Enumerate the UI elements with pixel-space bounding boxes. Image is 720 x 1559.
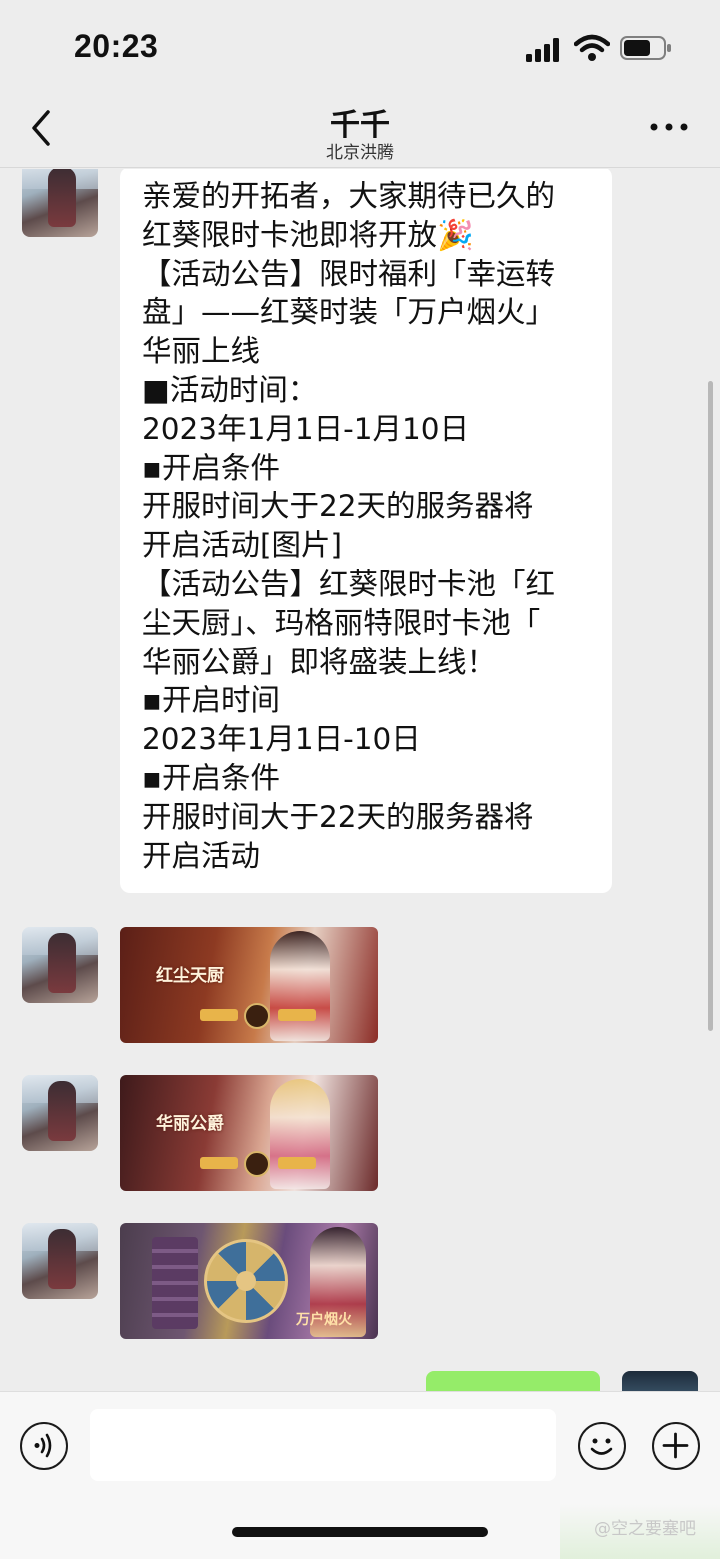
outgoing-message-bubble[interactable] [426, 1371, 600, 1391]
message-line: 开启活动 [142, 838, 261, 873]
sender-avatar[interactable] [22, 1223, 98, 1299]
message-line: 开服时间大于22天的服务器将 [142, 489, 534, 524]
more-functions-button[interactable] [652, 1422, 700, 1470]
sender-avatar[interactable] [22, 927, 98, 1003]
emoji-button[interactable] [578, 1422, 626, 1470]
message-line: ▪开启条件 [142, 450, 280, 485]
message-line: 尘天厨」、玛格丽特限时卡池「 [142, 605, 541, 640]
message-line: 盘」——红葵时装「万户烟火」 [142, 295, 556, 330]
sender-avatar[interactable] [22, 169, 98, 237]
home-indicator[interactable] [232, 1527, 488, 1537]
image-message-hongchen-tianchu[interactable]: 红尘天厨 [120, 927, 378, 1043]
message-line: ■活动时间： [142, 372, 318, 407]
chat-messages[interactable]: 亲爱的开拓者，大家期待已久的 红葵限时卡池即将开放🎉 【活动公告】限时福利「幸运… [0, 169, 720, 1391]
message-line: 【活动公告】红葵限时卡池「红 [142, 566, 556, 601]
message-input[interactable] [90, 1409, 556, 1481]
image-message-lucky-wheel[interactable]: 万户烟火 [120, 1223, 378, 1339]
message-line: 华丽公爵」即将盛装上线！ [142, 644, 497, 679]
message-line: 华丽上线 [142, 334, 261, 369]
image-caption: 万户烟火 [296, 1312, 352, 1328]
battery-icon [620, 36, 671, 60]
input-bar: @空之要塞吧 [0, 1391, 720, 1559]
my-avatar[interactable] [622, 1371, 698, 1391]
message-line: 【活动公告】限时福利「幸运转 [142, 256, 556, 291]
chat-scrollbar[interactable] [708, 381, 713, 1031]
announcement-bubble[interactable]: 亲爱的开拓者，大家期待已久的 红葵限时卡池即将开放🎉 【活动公告】限时福利「幸运… [120, 169, 612, 894]
message-line: 开服时间大于22天的服务器将 [142, 799, 534, 834]
cellular-signal-icon [526, 38, 559, 62]
message-line: 红葵限时卡池即将开放🎉 [142, 217, 474, 252]
message-line: ▪开启时间 [142, 683, 280, 718]
status-time: 20:23 [74, 28, 159, 64]
more-options-icon[interactable] [646, 112, 692, 142]
voice-icon [34, 1433, 52, 1458]
message-line: 2023年1月1日-1月10日 [142, 411, 470, 446]
image-message-huali-gongjue[interactable]: 华丽公爵 [120, 1075, 378, 1191]
message-line: 亲爱的开拓者，大家期待已久的 [142, 179, 556, 213]
voice-input-button[interactable] [20, 1422, 68, 1470]
message-line: ▪开启条件 [142, 760, 280, 795]
image-caption: 华丽公爵 [156, 1114, 224, 1134]
wifi-icon [574, 34, 610, 61]
smiley-icon [590, 1438, 613, 1455]
chat-subtitle: 北京洪腾 [326, 143, 394, 163]
image-caption: 红尘天厨 [156, 966, 224, 986]
watermark-text: @空之要塞吧 [594, 1519, 696, 1539]
sender-avatar[interactable] [22, 1075, 98, 1151]
plus-icon [662, 1432, 689, 1459]
chat-header: 千千 北京洪腾 [0, 92, 720, 168]
message-line: 开启活动[图片] [142, 528, 343, 563]
status-bar: 20:23 [0, 0, 720, 92]
message-line: 2023年1月1日-10日 [142, 722, 421, 757]
